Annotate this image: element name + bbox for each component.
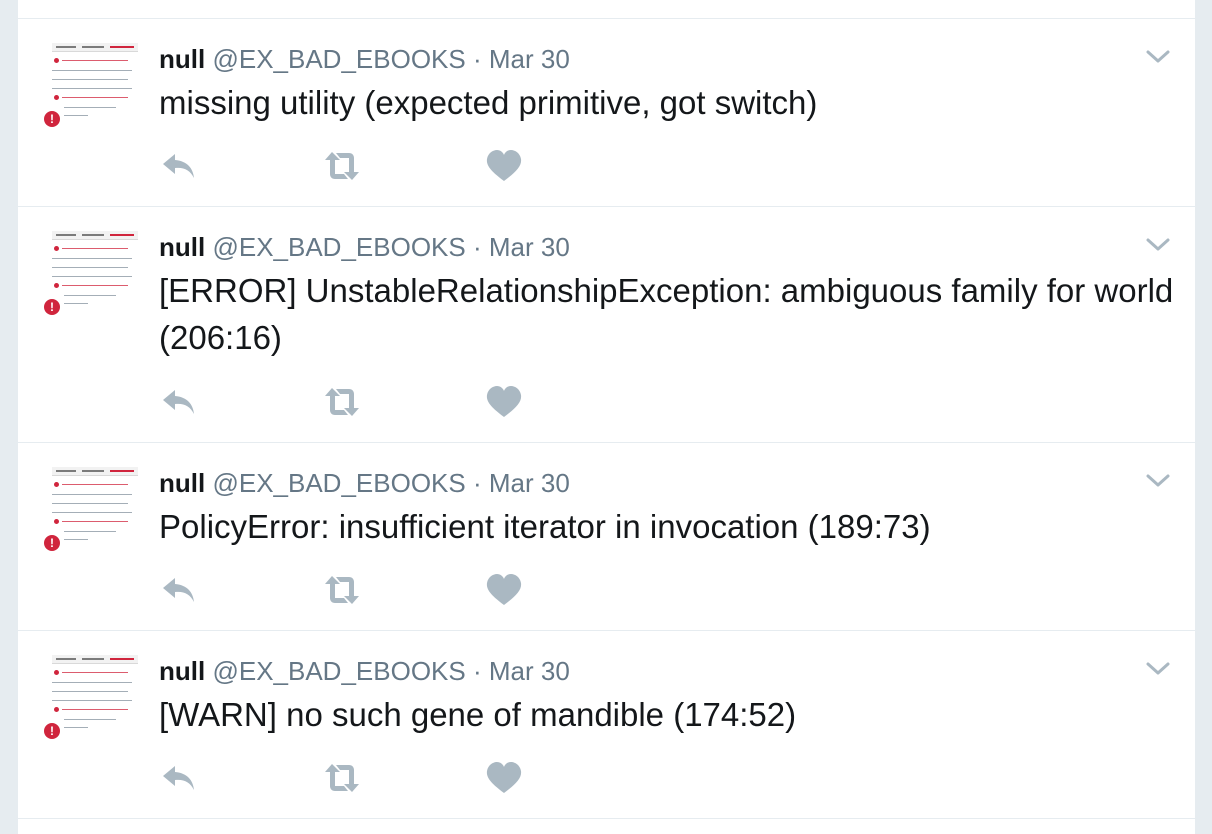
reply-button[interactable]: [159, 572, 199, 608]
username-handle[interactable]: @EX_BAD_EBOOKS: [212, 468, 465, 498]
separator-dot: ·: [472, 656, 482, 686]
retweet-button[interactable]: [322, 384, 362, 420]
tweet-timestamp[interactable]: Mar 30: [489, 44, 570, 74]
timeline: ! null @EX_BAD_EBOOKS · Mar 30 missing u…: [17, 0, 1196, 834]
avatar[interactable]: !: [42, 229, 140, 325]
username-handle[interactable]: @EX_BAD_EBOOKS: [212, 44, 465, 74]
chevron-down-icon: [1146, 474, 1170, 487]
like-button[interactable]: [484, 384, 524, 420]
retweet-icon: [325, 152, 359, 180]
chevron-down-icon: [1146, 50, 1170, 63]
reply-icon: [163, 390, 194, 414]
tweet-header: null @EX_BAD_EBOOKS · Mar 30: [159, 44, 570, 74]
avatar[interactable]: !: [42, 465, 140, 561]
username-handle[interactable]: @EX_BAD_EBOOKS: [212, 656, 465, 686]
tweet[interactable]: ! null @EX_BAD_EBOOKS · Mar 30 [WARN] no…: [18, 631, 1195, 818]
more-options-button[interactable]: [1145, 473, 1171, 489]
tweet-timestamp[interactable]: Mar 30: [489, 232, 570, 262]
error-icon: !: [44, 535, 60, 551]
like-button[interactable]: [484, 148, 524, 184]
tweet-text: PolicyError: insufficient iterator in in…: [159, 508, 931, 545]
tweet[interactable]: ! null @EX_BAD_EBOOKS · Mar 30 missing u…: [18, 19, 1195, 206]
tweet-text: missing utility (expected primitive, got…: [159, 84, 818, 121]
tweet-text: [ERROR] UnstableRelationshipException: a…: [159, 272, 1174, 356]
separator-dot: ·: [472, 44, 482, 74]
heart-icon: [486, 762, 522, 793]
retweet-icon: [325, 764, 359, 792]
heart-icon: [486, 150, 522, 181]
like-button[interactable]: [484, 572, 524, 608]
display-name[interactable]: null: [159, 44, 205, 74]
tweet-timestamp[interactable]: Mar 30: [489, 656, 570, 686]
reply-button[interactable]: [159, 384, 199, 420]
divider: [18, 818, 1195, 819]
chevron-down-icon: [1146, 238, 1170, 251]
reply-icon: [163, 766, 194, 790]
reply-icon: [163, 578, 194, 602]
error-icon: !: [44, 111, 60, 127]
avatar[interactable]: !: [42, 653, 140, 749]
tweet-header: null @EX_BAD_EBOOKS · Mar 30: [159, 232, 570, 262]
tweet-text: [WARN] no such gene of mandible (174:52): [159, 696, 797, 733]
error-icon: !: [44, 723, 60, 739]
retweet-icon: [325, 576, 359, 604]
separator-dot: ·: [472, 468, 482, 498]
tweet[interactable]: ! null @EX_BAD_EBOOKS · Mar 30 PolicyErr…: [18, 443, 1195, 630]
error-icon: !: [44, 299, 60, 315]
username-handle[interactable]: @EX_BAD_EBOOKS: [212, 232, 465, 262]
tweet[interactable]: ! null @EX_BAD_EBOOKS · Mar 30 [ERROR] U…: [18, 207, 1195, 442]
chevron-down-icon: [1146, 662, 1170, 675]
separator-dot: ·: [472, 232, 482, 262]
like-button[interactable]: [484, 760, 524, 796]
tweet-timestamp[interactable]: Mar 30: [489, 468, 570, 498]
more-options-button[interactable]: [1145, 49, 1171, 65]
display-name[interactable]: null: [159, 468, 205, 498]
reply-icon: [163, 154, 194, 178]
tweet-header: null @EX_BAD_EBOOKS · Mar 30: [159, 468, 570, 498]
retweet-button[interactable]: [322, 760, 362, 796]
tweet-header: null @EX_BAD_EBOOKS · Mar 30: [159, 656, 570, 686]
more-options-button[interactable]: [1145, 661, 1171, 677]
heart-icon: [486, 574, 522, 605]
reply-button[interactable]: [159, 148, 199, 184]
retweet-button[interactable]: [322, 572, 362, 608]
display-name[interactable]: null: [159, 656, 205, 686]
retweet-button[interactable]: [322, 148, 362, 184]
retweet-icon: [325, 388, 359, 416]
more-options-button[interactable]: [1145, 237, 1171, 253]
reply-button[interactable]: [159, 760, 199, 796]
display-name[interactable]: null: [159, 232, 205, 262]
heart-icon: [486, 386, 522, 417]
avatar[interactable]: !: [42, 41, 140, 137]
